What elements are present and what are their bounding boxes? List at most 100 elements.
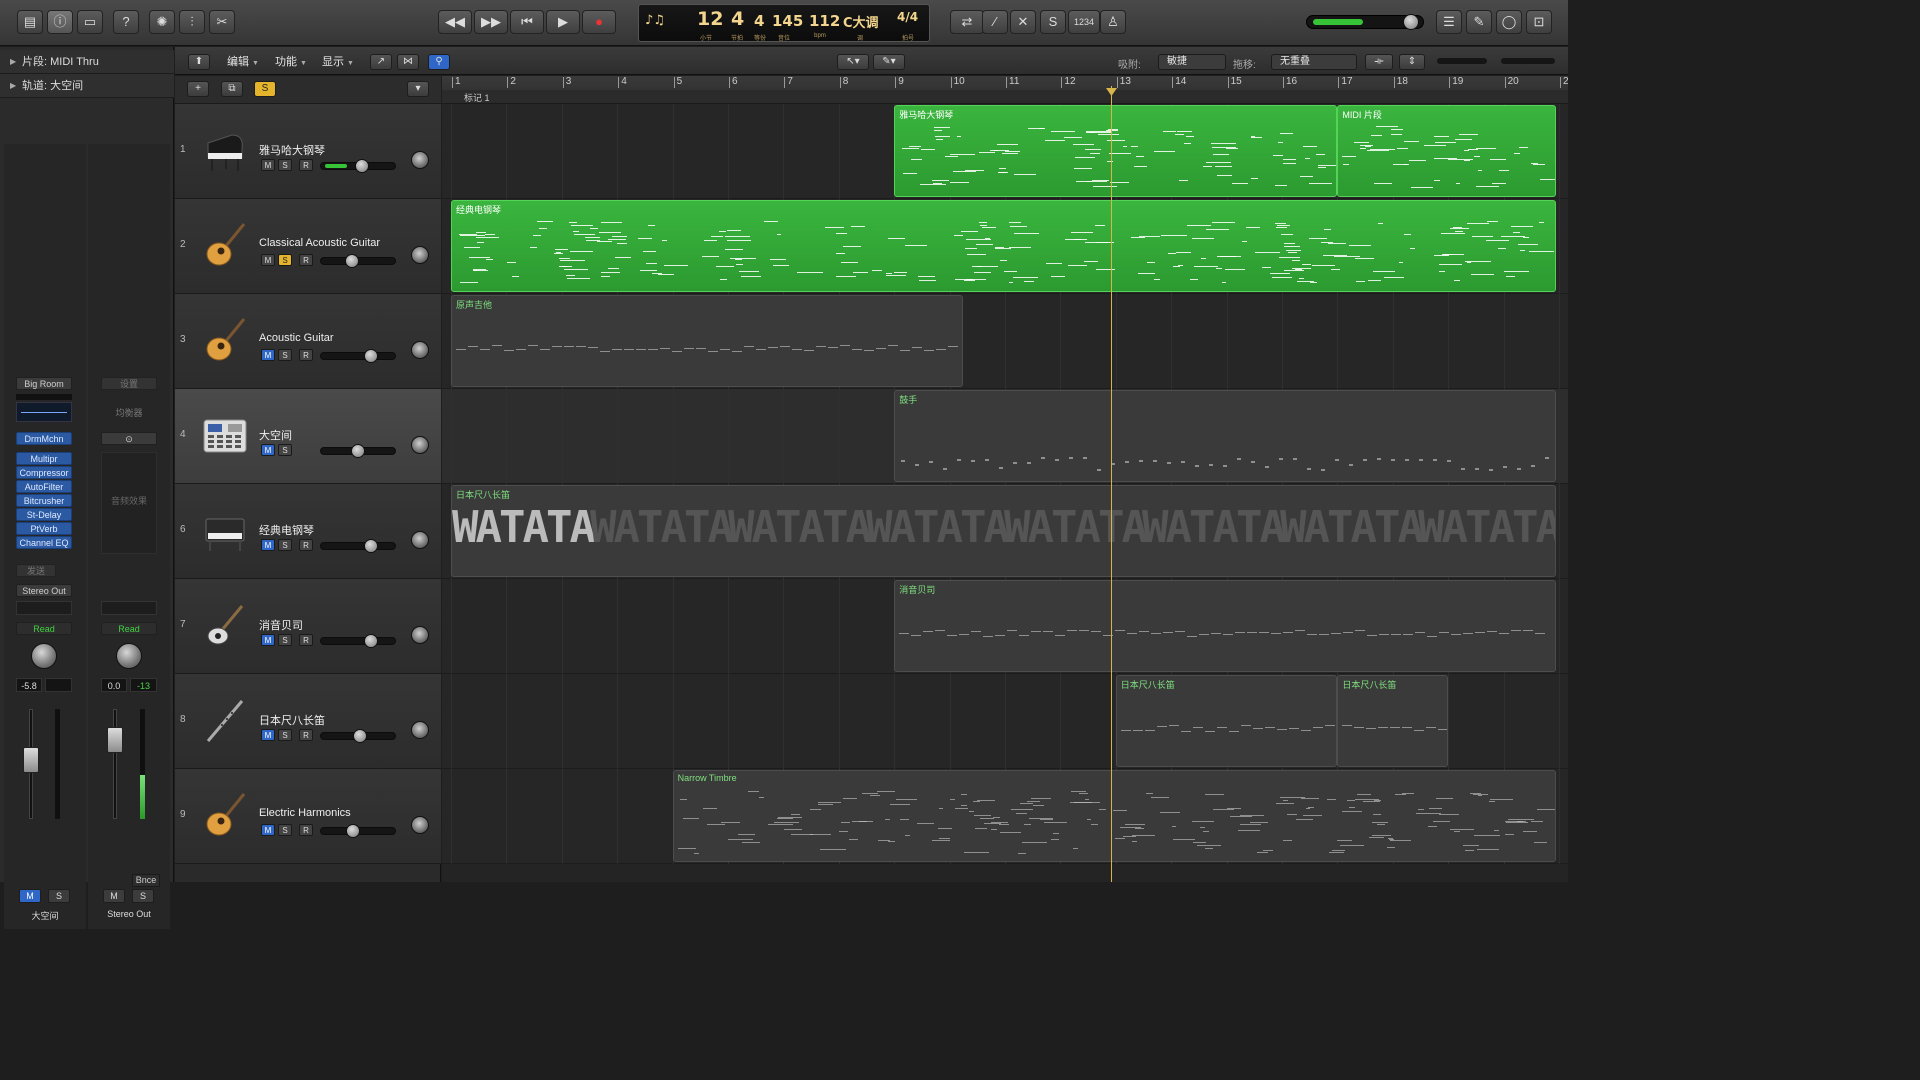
track-mute-button[interactable]: M (261, 349, 275, 361)
library-icon[interactable]: ▤ (17, 10, 43, 34)
toolbar-toggle-icon[interactable]: ▭ (77, 10, 103, 34)
track-name[interactable]: 消音贝司 (259, 617, 303, 633)
view-menu[interactable]: 显示 ▼ (318, 54, 358, 70)
volume-value[interactable]: 0.0 (101, 678, 127, 692)
track-solo-button[interactable]: S (278, 349, 292, 361)
group-slot[interactable] (101, 601, 157, 615)
metronome-icon[interactable]: ♪♫ (645, 13, 665, 28)
track-header[interactable]: 6 经典电钢琴 M S R (175, 484, 441, 579)
plugin-slot[interactable]: Compressor (16, 466, 72, 479)
marker-track[interactable]: 标记 1 (442, 90, 1568, 104)
midi-region[interactable]: 日本尺八长笛 WATATA WATATA WATATA WATATA WATATA WATA… (451, 485, 1556, 577)
midi-region[interactable]: 原声吉他 (451, 295, 964, 387)
track-volume-slider[interactable] (320, 159, 396, 173)
pan-knob[interactable] (31, 643, 57, 669)
track-pan-knob[interactable] (411, 341, 429, 359)
note-pad-icon[interactable]: ✎ (1466, 10, 1492, 34)
grand-piano-icon[interactable] (202, 127, 248, 175)
track-pan-knob[interactable] (411, 246, 429, 264)
instrument-slot[interactable]: DrmMchn (16, 432, 72, 445)
quick-help-icon[interactable]: ? (113, 10, 139, 34)
master-volume-slider[interactable] (1306, 14, 1424, 30)
horizontal-zoom-slider[interactable] (1501, 58, 1555, 64)
track-name[interactable]: 日本尺八长笛 (259, 712, 325, 728)
midi-region[interactable]: Narrow Timbre (672, 770, 1556, 862)
midi-region[interactable]: 日本尺八长笛 (1337, 675, 1449, 767)
track-mute-button[interactable]: M (261, 824, 275, 836)
plugin-slot[interactable]: AutoFilter (16, 480, 72, 493)
automation-mode[interactable]: Read (101, 622, 157, 635)
vertical-zoom-slider[interactable] (1437, 58, 1487, 64)
drag-dropdown[interactable]: 无重叠 (1271, 54, 1357, 70)
midi-region[interactable]: MIDI 片段 (1337, 105, 1556, 197)
track-pan-knob[interactable] (411, 816, 429, 834)
editors-icon[interactable]: ✂ (209, 10, 235, 34)
replace-icon[interactable]: ✕ (1010, 10, 1036, 34)
volume-fader-track[interactable] (113, 709, 117, 819)
midi-filter-icon[interactable]: ⚲ (428, 54, 450, 70)
edit-menu[interactable]: 编辑 ▼ (223, 54, 263, 70)
mixer-icon[interactable]: ⫶ (179, 10, 205, 34)
track-lanes[interactable]: 雅马哈大钢琴 MIDI 片段 经典电钢琴 原声吉他 鼓手 日本尺八长笛 WATATA WATA… (442, 104, 1568, 882)
track-record-button[interactable]: R (299, 634, 313, 646)
bass-guitar-icon[interactable] (202, 602, 248, 650)
track-record-button[interactable]: R (299, 824, 313, 836)
eq-thumbnail[interactable] (16, 394, 72, 400)
mute-button[interactable]: M (19, 889, 41, 903)
track-lane[interactable]: 经典电钢琴 (442, 199, 1568, 294)
audio-fx-area[interactable]: 音频效果 (101, 452, 157, 554)
acoustic-guitar-icon[interactable] (202, 317, 248, 365)
track-lane[interactable]: 原声吉他 (442, 294, 1568, 389)
track-pan-knob[interactable] (411, 721, 429, 739)
track-volume-slider[interactable] (320, 349, 396, 363)
playhead[interactable] (1111, 86, 1112, 882)
inspector-icon[interactable]: ⓘ (47, 10, 73, 34)
midi-region[interactable]: 鼓手 (894, 390, 1556, 482)
track-mute-button[interactable]: M (261, 539, 275, 551)
plugin-slot[interactable]: St-Delay (16, 508, 72, 521)
track-name[interactable]: 经典电钢琴 (259, 522, 314, 538)
group-slot[interactable] (16, 601, 72, 615)
track-mute-button[interactable]: M (261, 159, 275, 171)
track-mute-button[interactable]: M (261, 634, 275, 646)
waveform-zoom-icon[interactable]: ⟛ (1365, 54, 1393, 70)
track-pan-knob[interactable] (411, 626, 429, 644)
record-button[interactable]: ● (582, 10, 616, 34)
track-header[interactable]: 7 消音贝司 M S R (175, 579, 441, 674)
track-solo-button[interactable]: S (278, 634, 292, 646)
electric-piano-icon[interactable] (202, 507, 248, 555)
track-header[interactable]: 8 日本尺八长笛 M S R (175, 674, 441, 769)
track-solo-button[interactable]: S (278, 539, 292, 551)
track-header[interactable]: 1 雅马哈大钢琴 M S R (175, 104, 441, 199)
track-record-button[interactable]: R (299, 729, 313, 741)
lcd-time-signature[interactable]: 4/4 (897, 10, 918, 24)
track-header[interactable]: 2 Classical Acoustic Guitar M S R (175, 199, 441, 294)
track-record-button[interactable]: R (299, 539, 313, 551)
track-lane[interactable]: 鼓手 (442, 389, 1568, 484)
track-lane[interactable]: 日本尺八长笛 WATATA WATATA WATATA WATATA WATATA WATA… (442, 484, 1568, 579)
track-volume-knob[interactable] (364, 539, 378, 553)
midi-region[interactable]: 日本尺八长笛 (1115, 675, 1338, 767)
track-pan-knob[interactable] (411, 151, 429, 169)
track-volume-knob[interactable] (364, 634, 378, 648)
track-volume-slider[interactable] (320, 824, 396, 838)
track-header[interactable]: 3 Acoustic Guitar M S R (175, 294, 441, 389)
metronome-button-icon[interactable]: ♙ (1100, 10, 1126, 34)
track-lane[interactable]: 雅马哈大钢琴 MIDI 片段 (442, 104, 1568, 199)
collapse-icon[interactable]: ▾ (407, 81, 429, 97)
drum-machine-icon[interactable] (202, 412, 248, 460)
play-button[interactable]: ▶ (546, 10, 580, 34)
setting-button[interactable]: 设置 (101, 377, 157, 390)
tuner-icon[interactable]: ⁄ (982, 10, 1008, 34)
bounce-button[interactable]: Bnce (132, 874, 160, 887)
volume-fader-cap[interactable] (107, 727, 123, 753)
master-volume-knob[interactable] (1403, 14, 1419, 30)
midi-region[interactable]: 经典电钢琴 (451, 200, 1556, 292)
track-volume-slider[interactable] (320, 634, 396, 648)
track-mute-button[interactable]: M (261, 254, 275, 266)
track-solo-button[interactable]: S (278, 254, 292, 266)
plugin-slot[interactable]: PtVerb (16, 522, 72, 535)
disclosure-triangle-icon[interactable]: ▶ (10, 74, 16, 98)
track-volume-slider[interactable] (320, 254, 396, 268)
lcd-key[interactable]: C大调 (843, 12, 879, 31)
